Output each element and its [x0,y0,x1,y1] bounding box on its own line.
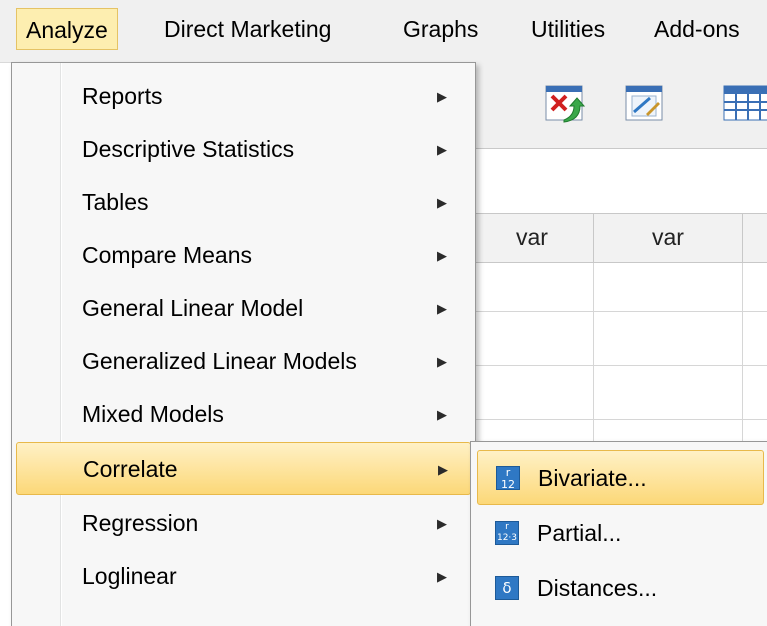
submenu-item-partial[interactable]: r 12·3 Partial... [477,506,764,561]
split-file-icon[interactable] [720,80,767,126]
menu-item-label: Compare Means [82,242,253,268]
submenu-arrow-icon: ▶ [437,248,447,263]
submenu-arrow-icon: ▶ [437,195,447,210]
submenu-arrow-icon: ▶ [438,462,448,477]
menu-item-loglinear[interactable]: Loglinear ▶ [16,550,471,603]
partial-icon: r 12·3 [495,521,519,545]
submenu-arrow-icon: ▶ [437,301,447,316]
submenu-arrow-icon: ▶ [437,407,447,422]
submenu-item-label: Partial... [537,520,622,546]
cell-editor-strip[interactable] [470,149,767,206]
submenu-item-bivariate[interactable]: r 12 Bivariate... [477,450,764,505]
analyze-menu: Reports ▶ Descriptive Statistics ▶ Table… [11,62,476,626]
menu-direct-marketing[interactable]: Direct Marketing [155,8,340,50]
menu-item-label: Generalized Linear Models [82,348,357,374]
grid-row-divider [470,365,767,366]
menu-item-label: Reports [82,83,163,109]
submenu-arrow-icon: ▶ [437,516,447,531]
menu-item-compare-means[interactable]: Compare Means ▶ [16,229,471,282]
submenu-arrow-icon: ▶ [437,89,447,104]
toolbar [470,62,767,149]
column-header-var-2[interactable]: var [593,213,743,263]
menu-utilities[interactable]: Utilities [522,8,614,50]
menu-item-tables[interactable]: Tables ▶ [16,176,471,229]
select-cases-icon[interactable] [540,80,590,126]
menu-item-label: Mixed Models [82,401,224,427]
column-header-var-1[interactable]: var [470,213,594,263]
column-header-label: var [516,224,548,250]
menu-graphs-label: Graphs [403,16,479,42]
submenu-arrow-icon: ▶ [437,569,447,584]
menu-item-reports[interactable]: Reports ▶ [16,70,471,123]
menu-item-generalized-linear-models[interactable]: Generalized Linear Models ▶ [16,335,471,388]
submenu-item-label: Bivariate... [538,465,647,491]
menu-item-general-linear-model[interactable]: General Linear Model ▶ [16,282,471,335]
menu-item-label: Regression [82,510,199,536]
menu-bar: Analyze Direct Marketing Graphs Utilitie… [0,0,767,63]
menu-item-label: Loglinear [82,563,177,589]
menu-add-ons[interactable]: Add-ons [645,8,749,50]
submenu-arrow-icon: ▶ [437,142,447,157]
menu-item-mixed-models[interactable]: Mixed Models ▶ [16,388,471,441]
menu-item-label: General Linear Model [82,295,304,321]
submenu-arrow-icon: ▶ [437,354,447,369]
menu-analyze[interactable]: Analyze [16,8,118,50]
column-header-label: var [652,224,684,250]
menu-item-correlate[interactable]: Correlate ▶ [16,442,471,495]
grid-row-divider [470,311,767,312]
menu-add-ons-label: Add-ons [654,16,740,42]
menu-item-descriptive-statistics[interactable]: Descriptive Statistics ▶ [16,123,471,176]
weight-cases-icon[interactable] [620,80,670,126]
grid-row-divider [470,419,767,420]
submenu-item-distances[interactable]: δ Distances... [477,561,764,616]
column-header-partial[interactable] [742,213,767,263]
bivariate-icon: r 12 [496,466,520,491]
menu-item-label: Tables [82,189,149,215]
menu-analyze-label: Analyze [26,17,108,43]
menu-item-label: Descriptive Statistics [82,136,295,162]
menu-item-regression[interactable]: Regression ▶ [16,497,471,550]
menu-item-label: Correlate [83,456,178,482]
menu-direct-marketing-label: Direct Marketing [164,16,332,42]
menu-utilities-label: Utilities [531,16,606,42]
submenu-item-label: Distances... [537,575,658,601]
correlate-submenu: r 12 Bivariate... r 12·3 Partial... δ Dist… [470,441,767,626]
distances-icon: δ [495,576,519,600]
menu-graphs[interactable]: Graphs [394,8,487,50]
